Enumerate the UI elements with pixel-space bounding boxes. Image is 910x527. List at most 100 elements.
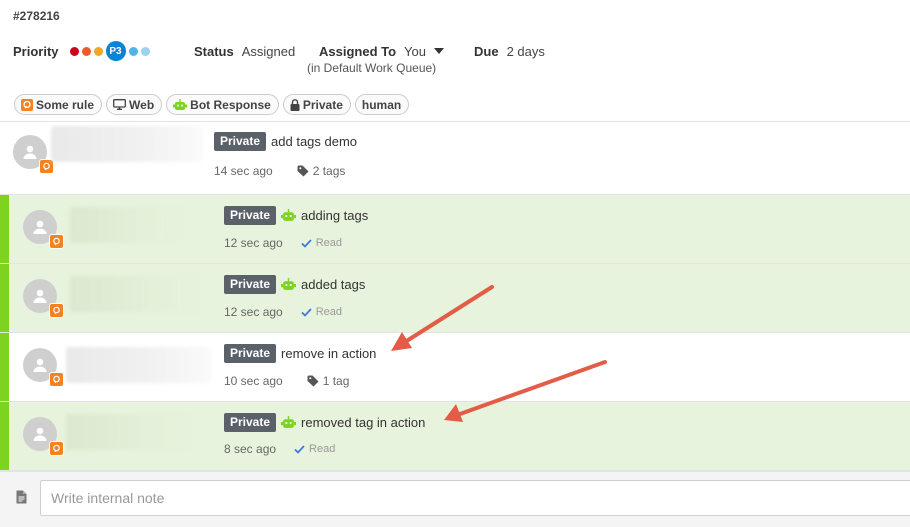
- read-receipt: Read: [301, 237, 342, 249]
- note-composer: [0, 471, 910, 527]
- message-time: 8 sec ago: [224, 442, 277, 456]
- priority-p5-dot[interactable]: [140, 46, 150, 56]
- avatar: [13, 135, 54, 174]
- read-receipt: Read: [294, 443, 335, 455]
- tag-label: human: [361, 97, 402, 112]
- message-footer: 8 sec ago Read: [224, 442, 335, 456]
- message-item[interactable]: Private remove in action 10 sec ago 1 ta…: [0, 333, 910, 402]
- lock-icon: [290, 98, 300, 111]
- message-text: remove in action: [281, 346, 377, 361]
- priority-selector[interactable]: P3: [69, 41, 153, 61]
- read-label: Read: [315, 306, 343, 318]
- check-icon: [301, 307, 312, 317]
- bot-icon: [281, 416, 297, 429]
- bot-icon: [281, 278, 297, 291]
- chat-badge-icon: [49, 372, 64, 387]
- message-text: added tags: [301, 277, 366, 292]
- caret-down-icon[interactable]: [433, 48, 444, 54]
- tag-human[interactable]: human: [354, 94, 410, 115]
- message-footer: 14 sec ago 2 tags: [214, 164, 345, 178]
- priority-p1-dot[interactable]: [69, 46, 79, 56]
- message-time: 14 sec ago: [214, 164, 273, 178]
- message-item[interactable]: Private adding tags 12 sec ago Read: [0, 195, 910, 264]
- user-icon: [33, 358, 47, 372]
- priority-p4-dot[interactable]: [128, 46, 138, 56]
- tag-bot-response[interactable]: Bot Response: [166, 94, 279, 115]
- tag-icon: [307, 375, 319, 387]
- priority-p2-dot[interactable]: [81, 46, 91, 56]
- bot-icon: [281, 209, 297, 222]
- private-badge: Private: [224, 344, 277, 363]
- assigned-field[interactable]: Assigned To You: [319, 41, 444, 61]
- tag-count[interactable]: 2 tags: [297, 164, 346, 178]
- chat-badge-icon: [49, 234, 64, 249]
- private-badge: Private: [224, 413, 277, 432]
- message-body: Private added tags: [224, 275, 365, 294]
- message-body: Private add tags demo: [214, 132, 357, 151]
- avatar: [23, 210, 64, 249]
- internal-note-input[interactable]: [40, 480, 910, 516]
- message-footer: 12 sec ago Read: [224, 236, 342, 250]
- message-text: adding tags: [301, 208, 369, 223]
- tag-some-rule[interactable]: Some rule: [14, 94, 103, 115]
- read-label: Read: [309, 443, 336, 455]
- due-value: 2 days: [506, 43, 545, 59]
- message-thread: Private add tags demo 14 sec ago 2 tags …: [0, 122, 910, 471]
- monitor-icon: [113, 99, 126, 110]
- message-time: 12 sec ago: [224, 305, 283, 319]
- assigned-value[interactable]: You: [404, 44, 426, 59]
- due-label: Due: [474, 43, 499, 59]
- user-icon: [33, 220, 47, 234]
- read-receipt: Read: [301, 306, 342, 318]
- message-time: 12 sec ago: [224, 236, 283, 250]
- status-value: Assigned: [241, 43, 296, 59]
- status-field: Status Assigned: [194, 41, 295, 61]
- tag-private[interactable]: Private: [282, 94, 351, 115]
- author-name-redacted: [51, 126, 203, 162]
- tag-count[interactable]: 1 tag: [307, 374, 350, 388]
- chat-badge-icon: [49, 303, 64, 318]
- user-icon: [33, 289, 47, 303]
- message-item[interactable]: Private removed tag in action 8 sec ago …: [0, 402, 910, 471]
- tag-label: Private: [302, 97, 343, 112]
- priority-label: Priority: [13, 43, 59, 59]
- message-item[interactable]: Private added tags 12 sec ago Read: [0, 264, 910, 333]
- private-badge: Private: [224, 275, 277, 294]
- message-body: Private removed tag in action: [224, 413, 425, 432]
- avatar: [23, 279, 64, 318]
- message-body: Private remove in action: [224, 344, 376, 363]
- tag-label: Web: [129, 97, 155, 112]
- tag-label: Some rule: [36, 97, 95, 112]
- avatar: [23, 348, 64, 387]
- assigned-label: Assigned To: [319, 43, 397, 59]
- message-text: removed tag in action: [301, 415, 426, 430]
- assigned-queue: (in Default Work Queue): [307, 61, 437, 75]
- check-icon: [301, 238, 312, 248]
- document-icon: [16, 490, 27, 507]
- ticket-meta: Priority P3 Status Assigned Assigned To …: [13, 41, 545, 61]
- priority-current[interactable]: P3: [105, 41, 126, 61]
- private-badge: Private: [224, 206, 277, 225]
- user-icon: [23, 145, 37, 159]
- priority-p2b-dot[interactable]: [93, 46, 103, 56]
- due-field: Due 2 days: [474, 41, 545, 61]
- rule-icon: [21, 98, 33, 111]
- status-label: Status: [194, 43, 234, 59]
- tag-icon: [297, 165, 309, 177]
- read-label: Read: [315, 237, 343, 249]
- tag-label: Bot Response: [190, 97, 271, 112]
- chat-badge-icon: [49, 441, 64, 456]
- author-name-redacted: [70, 207, 182, 243]
- message-text: add tags demo: [271, 134, 358, 149]
- tag-count-label: 1 tag: [322, 374, 350, 388]
- message-body: Private adding tags: [224, 206, 368, 225]
- avatar: [23, 417, 64, 456]
- bot-icon: [173, 98, 188, 111]
- tag-count-label: 2 tags: [312, 164, 346, 178]
- tag-web[interactable]: Web: [106, 94, 163, 115]
- author-name-redacted: [66, 347, 212, 383]
- message-footer: 12 sec ago Read: [224, 305, 342, 319]
- message-item[interactable]: Private add tags demo 14 sec ago 2 tags: [0, 122, 910, 195]
- ticket-id: #278216: [13, 9, 60, 23]
- message-footer: 10 sec ago 1 tag: [224, 374, 349, 388]
